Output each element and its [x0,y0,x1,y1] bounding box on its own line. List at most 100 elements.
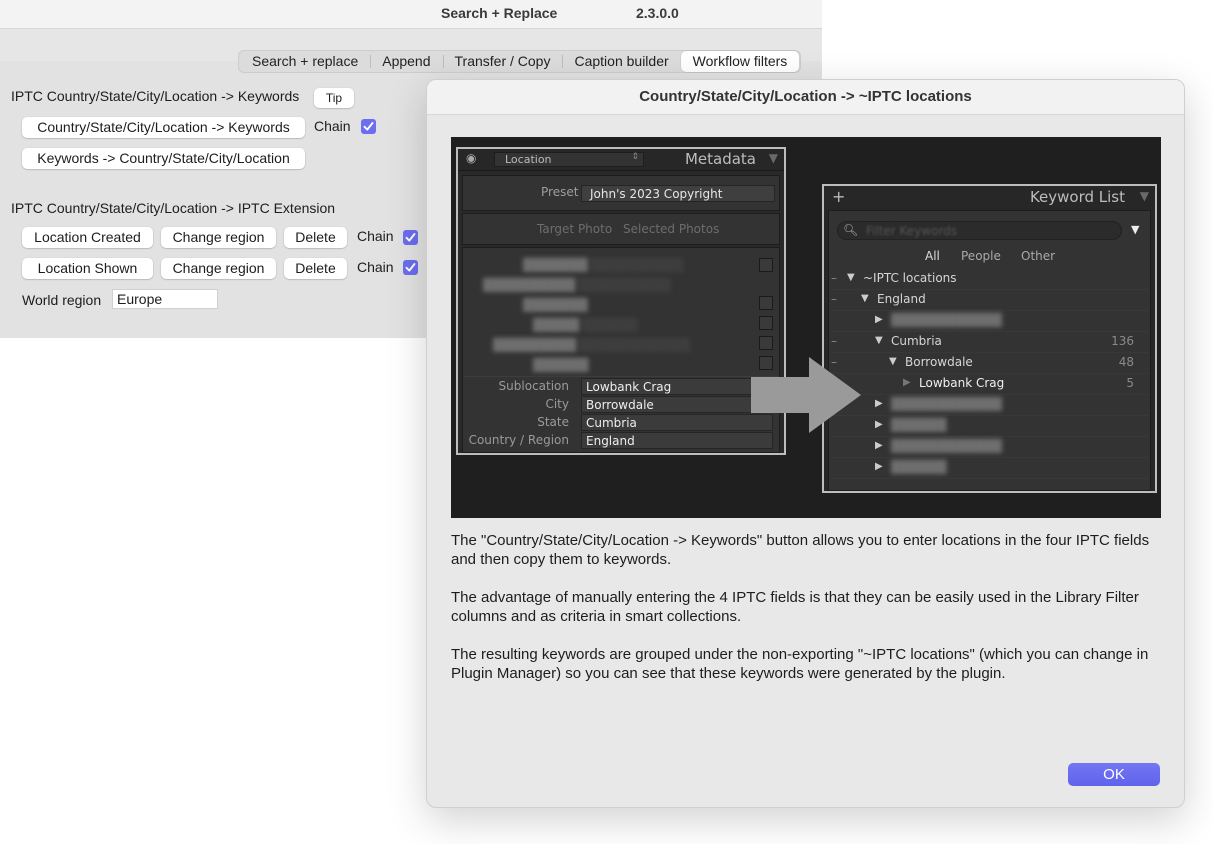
minus-icon: – [831,334,837,348]
tab-workflow-filters[interactable]: Workflow filters [680,51,800,72]
tab-caption-builder[interactable]: Caption builder [562,51,680,72]
keyword-count: 136 [1111,334,1134,348]
preset-label: Preset [541,185,579,199]
checkmark-icon [405,263,416,272]
dialog-body-text: The "Country/State/City/Location -> Keyw… [451,531,1151,702]
keyword-row-blurred: ▶ ████████████ [831,395,1148,416]
keyword-row: ▶ Lowbank Crag 5 [831,374,1148,395]
filter-keywords-input: 🔍︎ Filter Keywords [837,221,1122,240]
location-to-keywords-button[interactable]: Country/State/City/Location -> Keywords [22,117,305,138]
keyword-row-blurred: ▶ ██████ [831,458,1148,479]
blurred-row: ███████ [523,298,588,312]
field-value-box: Borrowdale [581,396,773,413]
preset-value-field: John's 2023 Copyright [581,185,775,202]
tab-search-replace[interactable]: Search + replace [240,51,370,72]
goto-icon [759,296,773,310]
dialog-title: Country/State/City/Location -> ~IPTC loc… [639,88,972,105]
dialog-paragraph: The "Country/State/City/Location -> Keyw… [451,532,1150,568]
chain-checkbox[interactable] [403,230,418,245]
tab-append[interactable]: Append [370,51,442,72]
blurred-keyword: ████████████ [891,313,1002,327]
keywords-to-location-button[interactable]: Keywords -> Country/State/City/Location [22,148,305,169]
keyword-name: Lowbank Crag [919,376,1005,390]
blurred-keyword: ████████████ [891,397,1002,411]
field-label: State [537,415,569,429]
expanded-triangle-icon: ▼ [861,293,869,304]
goto-icon [759,316,773,330]
tip-button[interactable]: Tip [314,88,354,108]
field-value: Cumbria [586,416,637,430]
preset-dropdown: Location ⇕ [494,152,644,167]
metadata-title: Metadata [684,150,756,168]
preset-row: Preset John's 2023 Copyright [462,175,780,211]
eye-icon: ◉ [466,151,477,165]
selected-photos-label: Selected Photos [623,222,720,236]
keyword-list-panel: + Keyword List ▼ 🔍︎ Filter Keywords ▼ Al… [822,184,1157,493]
version-label: 2.3.0.0 [636,5,679,21]
metadata-panel: ◉ Location ⇕ Metadata ▼ Preset John's 20… [456,147,786,455]
target-row: Target Photo Selected Photos [462,213,780,245]
chain-checkbox[interactable] [403,260,418,275]
keyword-row: – ▼ Borrowdale 48 [831,353,1148,374]
field-value: England [586,434,635,448]
window-title: Search + Replace [441,5,558,21]
collapsed-triangle-icon: ▶ [875,461,883,472]
filter-people: People [961,249,1001,263]
keyword-row-blurred: ▶ ████████████ [831,437,1148,458]
expanded-triangle-icon: ▼ [847,272,855,283]
collapsed-triangle-icon: ▶ [875,419,883,430]
section-heading-extension: IPTC Country/State/City/Location -> IPTC… [11,200,336,216]
keyword-row-blurred: ▶ ████████████ [831,311,1148,332]
expanded-triangle-icon: ▼ [889,356,897,367]
collapse-triangle-icon: ▼ [768,151,778,165]
change-region-button[interactable]: Change region [161,227,276,248]
keyword-name: England [877,292,926,306]
blurred-keyword: ████████████ [891,439,1002,453]
blurred-row: █████ ░░░░░░ [533,318,639,332]
keyword-row: – ▼ England [831,290,1148,311]
chain-label: Chain [357,228,394,244]
dialog-paragraph: The resulting keywords are grouped under… [451,646,1149,682]
chain-checkbox[interactable] [361,119,376,134]
plus-icon: + [832,187,846,206]
target-photo-label: Target Photo [537,222,613,236]
keyword-count: 5 [1126,376,1134,390]
filter-triangle-icon: ▼ [1131,223,1140,236]
location-shown-button[interactable]: Location Shown [22,258,153,279]
tip-dialog: Country/State/City/Location -> ~IPTC loc… [426,79,1185,808]
location-created-button[interactable]: Location Created [22,227,153,248]
delete-button[interactable]: Delete [284,258,347,279]
dialog-titlebar: Country/State/City/Location -> ~IPTC loc… [427,80,1184,115]
divider [463,376,779,377]
change-region-button[interactable]: Change region [161,258,276,279]
ok-button[interactable]: OK [1068,763,1160,786]
collapsed-triangle-icon: ▶ [875,398,883,409]
field-label: Sublocation [498,379,569,393]
section-heading-keywords: IPTC Country/State/City/Location -> Keyw… [11,88,300,104]
keyword-name: Borrowdale [905,355,973,369]
delete-button[interactable]: Delete [284,227,347,248]
world-region-label: World region [22,292,102,308]
chain-label: Chain [357,259,394,275]
preset-dropdown-value: Location [505,153,552,166]
tab-transfer-copy[interactable]: Transfer / Copy [442,51,563,72]
keyword-list-body: 🔍︎ Filter Keywords ▼ All People Other – … [828,210,1151,491]
collapse-triangle-icon: ▼ [1139,189,1149,203]
field-label: Country / Region [468,433,569,447]
search-icon: 🔍︎ [843,223,859,237]
list-icon [759,336,773,350]
collapsed-triangle-icon: ▶ [903,377,911,388]
filter-placeholder: Filter Keywords [866,224,958,238]
field-value-box: Lowbank Crag [581,378,773,395]
metadata-header: ◉ Location ⇕ Metadata ▼ [458,149,784,171]
arrow-right-icon [751,357,861,433]
preset-value: John's 2023 Copyright [590,187,723,201]
world-region-input[interactable]: Europe [112,289,218,309]
window-titlebar: Search + Replace 2.3.0.0 [0,0,822,29]
field-value: Borrowdale [586,398,654,412]
metadata-fields: ███████ ░░░░░░░░░░ ██████████ ░░░░░░░░░░… [462,247,780,453]
checkmark-icon [405,233,416,242]
keyword-count: 48 [1118,355,1134,369]
keyword-row: – ▼ Cumbria 136 [831,332,1148,353]
blurred-keyword: ██████ [891,418,947,432]
